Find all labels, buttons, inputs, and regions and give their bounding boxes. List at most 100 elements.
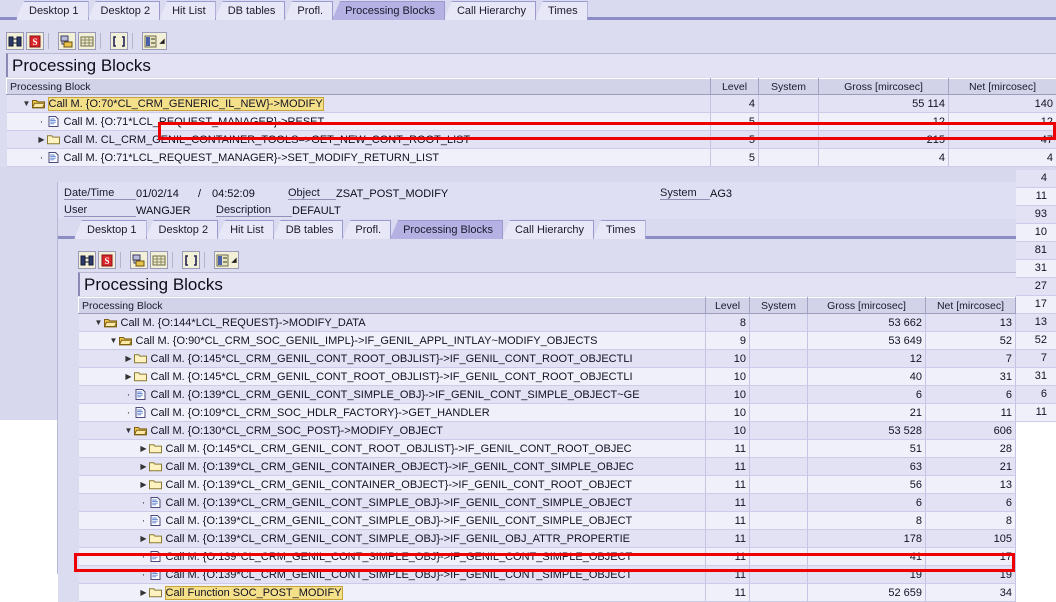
table-row[interactable]: ▶Call M. {O:145*CL_CRM_GENIL_CONT_ROOT_O…: [79, 440, 1016, 458]
primary-tab-profl-[interactable]: Profl.: [284, 1, 333, 20]
column-header-processing-block[interactable]: Processing Block: [79, 298, 706, 314]
grid-icon[interactable]: [150, 251, 168, 269]
toolbar-secondary[interactable]: S◢: [58, 249, 1016, 271]
table-row[interactable]: ▶Call M. {O:145*CL_CRM_GENIL_CONT_ROOT_O…: [79, 350, 1016, 368]
cell-processing-block[interactable]: ·Call M. {O:71*LCL_REQUEST_MANAGER}->RES…: [7, 113, 711, 131]
column-header-processing-block[interactable]: Processing Block: [7, 79, 711, 95]
layout-menu-icon[interactable]: ◢: [214, 251, 239, 269]
secondary-tab-profl-[interactable]: Profl.: [342, 220, 391, 239]
primary-tab-desktop-2[interactable]: Desktop 2: [88, 1, 161, 20]
table-row[interactable]: ·Call M. {O:139*CL_CRM_GENIL_CONT_SIMPLE…: [79, 548, 1016, 566]
column-header-gross-mircosec-[interactable]: Gross [mircosec]: [808, 298, 926, 314]
table-row[interactable]: ▼Call M. {O:90*CL_CRM_SOC_GENIL_IMPL}->I…: [79, 332, 1016, 350]
cell-processing-block[interactable]: ▶Call M. {O:145*CL_CRM_GENIL_CONT_ROOT_O…: [79, 368, 706, 386]
cell-processing-block[interactable]: ▶Call M. CL_CRM_GENIL_CONTAINER_TOOLS=>G…: [7, 131, 711, 149]
cell-processing-block[interactable]: ▶Call M. {O:145*CL_CRM_GENIL_CONT_ROOT_O…: [79, 350, 706, 368]
primary-tab-times[interactable]: Times: [535, 1, 588, 20]
cell-processing-block[interactable]: ▼Call M. {O:70*CL_CRM_GENERIC_IL_NEW}->M…: [7, 95, 711, 113]
table-body[interactable]: ▼Call M. {O:70*CL_CRM_GENERIC_IL_NEW}->M…: [7, 95, 1056, 167]
cell-processing-block[interactable]: ·Call M. {O:139*CL_CRM_GENIL_CONT_SIMPLE…: [79, 512, 706, 530]
cell-processing-block[interactable]: ·Call M. {O:109*CL_CRM_SOC_HDLR_FACTORY}…: [79, 404, 706, 422]
expand-tree-icon[interactable]: [130, 251, 148, 269]
table-row[interactable]: ·Call M. {O:139*CL_CRM_GENIL_CONT_SIMPLE…: [79, 512, 1016, 530]
table-row[interactable]: ▼Call M. {O:70*CL_CRM_GENERIC_IL_NEW}->M…: [7, 95, 1056, 113]
table-row[interactable]: ·Call M. {O:109*CL_CRM_SOC_HDLR_FACTORY}…: [79, 404, 1016, 422]
chevron-right-icon[interactable]: ▶: [139, 462, 149, 472]
table-row[interactable]: ·Call M. {O:139*CL_CRM_GENIL_CONT_SIMPLE…: [79, 566, 1016, 584]
brackets-icon[interactable]: [110, 32, 128, 50]
expand-tree-icon[interactable]: [58, 32, 76, 50]
column-header-system[interactable]: System: [750, 298, 808, 314]
column-header-level[interactable]: Level: [711, 79, 759, 95]
cell-processing-block[interactable]: ·Call M. {O:71*LCL_REQUEST_MANAGER}->SET…: [7, 149, 711, 167]
table-row[interactable]: ▶Call M. {O:139*CL_CRM_GENIL_CONTAINER_O…: [79, 458, 1016, 476]
cell-processing-block[interactable]: ·Call M. {O:139*CL_CRM_GENIL_CONT_SIMPLE…: [79, 566, 706, 584]
cell-processing-block[interactable]: ▼Call M. {O:144*LCL_REQUEST}->MODIFY_DAT…: [79, 314, 706, 332]
chevron-down-icon[interactable]: ◢: [159, 37, 164, 45]
secondary-tab-hit-list[interactable]: Hit List: [217, 220, 274, 239]
cell-processing-block[interactable]: ·Call M. {O:139*CL_CRM_GENIL_CONT_SIMPLE…: [79, 548, 706, 566]
table-row[interactable]: ▶Call M. {O:145*CL_CRM_GENIL_CONT_ROOT_O…: [79, 368, 1016, 386]
cell-processing-block[interactable]: ▶Call M. {O:145*CL_CRM_GENIL_CONT_ROOT_O…: [79, 440, 706, 458]
table-row[interactable]: ▶Call M. CL_CRM_GENIL_CONTAINER_TOOLS=>G…: [7, 131, 1056, 149]
secondary-tab-desktop-2[interactable]: Desktop 2: [146, 220, 219, 239]
toolbar-primary[interactable]: S◢: [0, 30, 1056, 52]
table-row[interactable]: ·Call M. {O:139*CL_CRM_GENIL_CONT_SIMPLE…: [79, 494, 1016, 512]
cell-processing-block[interactable]: ▶Call Function SOC_POST_MODIFY: [79, 584, 706, 602]
brackets-icon[interactable]: [182, 251, 200, 269]
primary-tab-call-hierarchy[interactable]: Call Hierarchy: [444, 1, 536, 20]
grid-icon[interactable]: [78, 32, 96, 50]
tabstrip-primary[interactable]: Desktop 1Desktop 2Hit ListDB tablesProfl…: [0, 0, 1056, 20]
primary-tab-processing-blocks[interactable]: Processing Blocks: [332, 1, 445, 20]
primary-tab-desktop-1[interactable]: Desktop 1: [16, 1, 89, 20]
chevron-right-icon[interactable]: ▶: [139, 534, 149, 544]
table-row[interactable]: ·Call M. {O:71*LCL_REQUEST_MANAGER}->SET…: [7, 149, 1056, 167]
chevron-down-icon[interactable]: ▼: [109, 336, 119, 346]
find-icon[interactable]: [6, 32, 24, 50]
cell-processing-block[interactable]: ·Call M. {O:139*CL_CRM_GENIL_CONT_SIMPLE…: [79, 494, 706, 512]
chevron-right-icon[interactable]: ▶: [139, 588, 149, 598]
cell-processing-block[interactable]: ·Call M. {O:139*CL_CRM_GENIL_CONT_SIMPLE…: [79, 386, 706, 404]
table-row[interactable]: ▶Call Function SOC_POST_MODIFY1152 65934: [79, 584, 1016, 602]
secondary-tab-times[interactable]: Times: [593, 220, 646, 239]
column-header-net-mircosec-[interactable]: Net [mircosec]: [949, 79, 1056, 95]
chevron-down-icon[interactable]: ◢: [231, 256, 236, 264]
secondary-tab-db-tables[interactable]: DB tables: [273, 220, 344, 239]
chevron-right-icon[interactable]: ▶: [124, 354, 134, 364]
chevron-right-icon[interactable]: ▶: [124, 372, 134, 382]
table-header-row[interactable]: Processing BlockLevelSystemGross [mircos…: [7, 79, 1056, 95]
column-header-system[interactable]: System: [759, 79, 819, 95]
cell-processing-block[interactable]: ▶Call M. {O:139*CL_CRM_GENIL_CONTAINER_O…: [79, 458, 706, 476]
table-row[interactable]: ▼Call M. {O:144*LCL_REQUEST}->MODIFY_DAT…: [79, 314, 1016, 332]
table-row[interactable]: ▶Call M. {O:139*CL_CRM_GENIL_CONTAINER_O…: [79, 476, 1016, 494]
table-header-row-secondary[interactable]: Processing BlockLevelSystemGross [mircos…: [79, 298, 1016, 314]
chevron-right-icon[interactable]: ▶: [139, 444, 149, 454]
layout-menu-icon[interactable]: ◢: [142, 32, 167, 50]
primary-tab-hit-list[interactable]: Hit List: [159, 1, 216, 20]
chevron-right-icon[interactable]: ▶: [37, 135, 47, 145]
table-body-secondary[interactable]: ▼Call M. {O:144*LCL_REQUEST}->MODIFY_DAT…: [79, 314, 1016, 602]
secondary-tab-processing-blocks[interactable]: Processing Blocks: [390, 220, 503, 239]
tabstrip-secondary[interactable]: Desktop 1Desktop 2Hit ListDB tablesProfl…: [58, 219, 1016, 239]
cell-processing-block[interactable]: ▼Call M. {O:130*CL_CRM_SOC_POST}->MODIFY…: [79, 422, 706, 440]
column-header-net-mircosec-[interactable]: Net [mircosec]: [926, 298, 1016, 314]
table-row[interactable]: ·Call M. {O:139*CL_CRM_GENIL_CONT_SIMPLE…: [79, 386, 1016, 404]
table-row[interactable]: ▶Call M. {O:139*CL_CRM_GENIL_CONT_SIMPLE…: [79, 530, 1016, 548]
column-header-gross-mircosec-[interactable]: Gross [mircosec]: [819, 79, 949, 95]
primary-tab-db-tables[interactable]: DB tables: [215, 1, 286, 20]
column-header-level[interactable]: Level: [706, 298, 750, 314]
find-next-icon[interactable]: S: [98, 251, 116, 269]
chevron-down-icon[interactable]: ▼: [124, 426, 134, 436]
find-next-icon[interactable]: S: [26, 32, 44, 50]
table-row[interactable]: ▼Call M. {O:130*CL_CRM_SOC_POST}->MODIFY…: [79, 422, 1016, 440]
secondary-tab-desktop-1[interactable]: Desktop 1: [74, 220, 147, 239]
cell-processing-block[interactable]: ▼Call M. {O:90*CL_CRM_SOC_GENIL_IMPL}->I…: [79, 332, 706, 350]
find-icon[interactable]: [78, 251, 96, 269]
chevron-down-icon[interactable]: ▼: [22, 99, 32, 109]
secondary-tab-call-hierarchy[interactable]: Call Hierarchy: [502, 220, 594, 239]
cell-processing-block[interactable]: ▶Call M. {O:139*CL_CRM_GENIL_CONTAINER_O…: [79, 476, 706, 494]
table-row[interactable]: ·Call M. {O:71*LCL_REQUEST_MANAGER}->RES…: [7, 113, 1056, 131]
cell-processing-block[interactable]: ▶Call M. {O:139*CL_CRM_GENIL_CONT_SIMPLE…: [79, 530, 706, 548]
chevron-right-icon[interactable]: ▶: [139, 480, 149, 490]
chevron-down-icon[interactable]: ▼: [94, 318, 104, 328]
